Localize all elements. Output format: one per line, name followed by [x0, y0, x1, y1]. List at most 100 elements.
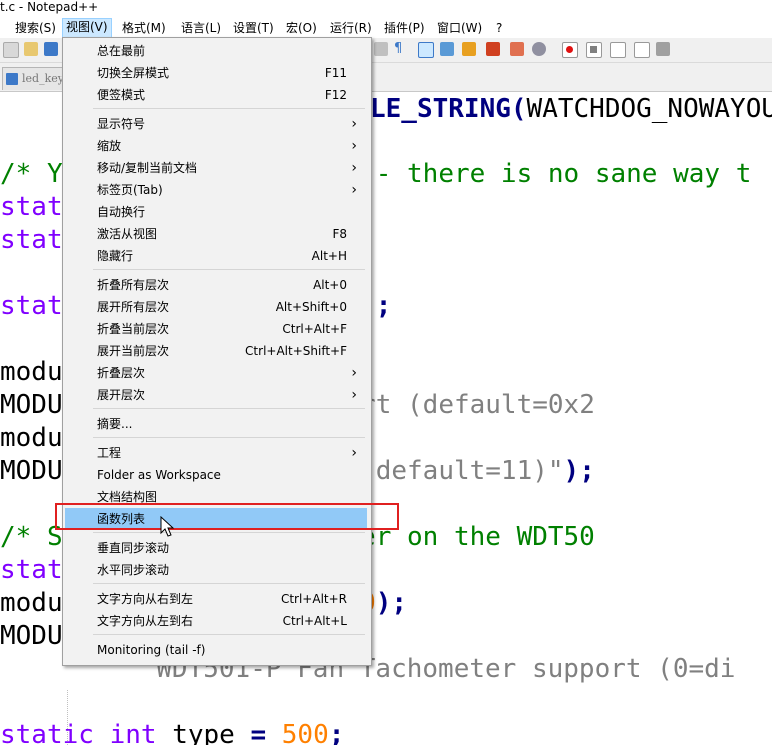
- function-list-icon[interactable]: [462, 42, 476, 56]
- menu-settings[interactable]: 设置(T): [230, 19, 277, 37]
- play-macro-icon[interactable]: [610, 42, 626, 58]
- view-menu-item[interactable]: 显示符号 ›: [65, 113, 367, 135]
- menu-item-label: 切换全屏模式: [97, 66, 170, 80]
- doc-map-icon[interactable]: [440, 42, 454, 56]
- view-menu-item[interactable]: 切换全屏模式 F11: [65, 62, 367, 84]
- view-menu-dropdown: 总在最前 切换全屏模式 F11 便签模式 F12 显示符号 › 缩放 › 移动/复制当前文档 › 标签…: [62, 37, 372, 666]
- menu-view[interactable]: 视图(V): [62, 18, 112, 38]
- view-menu-item[interactable]: 总在最前: [65, 40, 367, 62]
- indent-guide-icon[interactable]: [418, 42, 434, 58]
- show-symbol-icon[interactable]: ¶: [394, 42, 408, 56]
- view-menu-item[interactable]: 折叠所有层次 Alt+0: [65, 274, 367, 296]
- window-title: t.c - Notepad++: [0, 0, 99, 14]
- code-token: =: [250, 720, 282, 745]
- menu-format[interactable]: 格式(M): [119, 19, 169, 37]
- code-token: MODU: [0, 390, 63, 420]
- menu-help[interactable]: ?: [493, 19, 505, 37]
- view-menu-item[interactable]: Monitoring (tail -f): [65, 639, 367, 661]
- menu-item-shortcut: Ctrl+Alt+L: [282, 614, 347, 628]
- view-menu-item[interactable]: 垂直同步滚动: [65, 537, 367, 559]
- view-menu-item[interactable]: 展开所有层次 Alt+Shift+0: [65, 296, 367, 318]
- highlight-annotation-box: [55, 503, 399, 530]
- view-menu-item[interactable]: 展开层次 ›: [65, 384, 367, 406]
- menu-plugins[interactable]: 插件(P): [381, 19, 428, 37]
- menu-item-label: 缩放: [97, 139, 122, 153]
- submenu-arrow-icon: ›: [351, 116, 357, 132]
- menu-item-label: 折叠所有层次: [97, 278, 170, 292]
- menu-item-shortcut: Alt+0: [313, 278, 347, 292]
- view-menu-item[interactable]: 折叠当前层次 Ctrl+Alt+F: [65, 318, 367, 340]
- tab-led-key[interactable]: led_key: [2, 67, 64, 90]
- code-token: stat: [0, 225, 63, 255]
- menu-item-shortcut: F11: [324, 66, 347, 80]
- view-menu-item[interactable]: 文字方向从右到左 Ctrl+Alt+R: [65, 588, 367, 610]
- code-line: stat: [0, 224, 63, 256]
- title-bar: t.c - Notepad++: [0, 0, 772, 17]
- view-menu-item[interactable]: 展开当前层次 Ctrl+Alt+Shift+F: [65, 340, 367, 362]
- wrap-icon[interactable]: [374, 42, 388, 56]
- view-menu-item[interactable]: 隐藏行 Alt+H: [65, 245, 367, 267]
- menu-separator: [93, 532, 365, 533]
- menu-item-shortcut: Ctrl+Alt+R: [280, 592, 347, 606]
- view-menu-item[interactable]: 移动/复制当前文档 ›: [65, 157, 367, 179]
- save-macro-icon[interactable]: [656, 42, 670, 56]
- view-menu-item[interactable]: 缩放 ›: [65, 135, 367, 157]
- menu-item-label: 折叠当前层次: [97, 322, 170, 336]
- view-menu-item[interactable]: 文字方向从左到右 Ctrl+Alt+L: [65, 610, 367, 632]
- code-token: type: [172, 720, 251, 745]
- menu-window[interactable]: 窗口(W): [434, 19, 485, 37]
- run-macro-multiple-icon[interactable]: [634, 42, 650, 58]
- code-token: MODU: [0, 456, 63, 486]
- code-token: );: [375, 588, 408, 618]
- code-token: LE_STRING: [370, 94, 511, 124]
- menu-item-label: 文字方向从左到右: [97, 614, 194, 628]
- save-icon[interactable]: [44, 42, 58, 56]
- submenu-arrow-icon: ›: [351, 138, 357, 154]
- view-menu-item[interactable]: Folder as Workspace: [65, 464, 367, 486]
- view-menu-item[interactable]: 自动换行: [65, 201, 367, 223]
- menu-item-label: Folder as Workspace: [97, 468, 221, 482]
- record-macro-icon[interactable]: [562, 42, 578, 58]
- view-menu-item[interactable]: 激活从视图 F8: [65, 223, 367, 245]
- open-file-icon[interactable]: [24, 42, 38, 56]
- code-token: /* S: [0, 522, 63, 552]
- menu-item-label: 展开当前层次: [97, 344, 170, 358]
- folder-workspace-icon[interactable]: [486, 42, 500, 56]
- view-menu-item[interactable]: 摘要...: [65, 413, 367, 435]
- menu-search[interactable]: 搜索(S): [12, 19, 59, 37]
- code-token: stat: [0, 192, 63, 222]
- menu-item-label: 标签页(Tab): [97, 183, 163, 197]
- view-menu-item[interactable]: 折叠层次 ›: [65, 362, 367, 384]
- menu-item-shortcut: Alt+H: [311, 249, 347, 263]
- stop-macro-icon[interactable]: [586, 42, 602, 58]
- new-file-icon[interactable]: [3, 42, 19, 58]
- view-menu-item[interactable]: 工程 ›: [65, 442, 367, 464]
- menu-language[interactable]: 语言(L): [178, 19, 224, 37]
- menu-macro[interactable]: 宏(O): [283, 19, 320, 37]
- menu-run[interactable]: 运行(R): [327, 19, 375, 37]
- code-token: /* Y: [0, 159, 63, 189]
- submenu-arrow-icon: ›: [351, 365, 357, 381]
- view-menu-item[interactable]: 水平同步滚动: [65, 559, 367, 581]
- menu-item-label: 便签模式: [97, 88, 146, 102]
- menu-item-label: 展开层次: [97, 388, 146, 402]
- menu-separator: [93, 108, 365, 109]
- menu-separator: [93, 634, 365, 635]
- code-token: WATCHDOG_NOWAYOUT: [526, 94, 772, 124]
- view-menu-item[interactable]: 便签模式 F12: [65, 84, 367, 106]
- menu-item-label: 垂直同步滚动: [97, 541, 170, 555]
- menu-item-label: 工程: [97, 446, 122, 460]
- code-token: (: [510, 94, 527, 124]
- menu-item-shortcut: Ctrl+Alt+F: [282, 322, 347, 336]
- submenu-arrow-icon: ›: [351, 160, 357, 176]
- menu-separator: [93, 408, 365, 409]
- menu-item-label: 文字方向从右到左: [97, 592, 194, 606]
- code-line: LE_STRING(WATCHDOG_NOWAYOUT: [370, 93, 772, 125]
- monitoring-icon[interactable]: [532, 42, 546, 56]
- view-menu-item[interactable]: 标签页(Tab) ›: [65, 179, 367, 201]
- menu-item-label: Monitoring (tail -f): [97, 643, 206, 657]
- code-line: stat: [0, 191, 63, 223]
- project-icon[interactable]: [510, 42, 524, 56]
- submenu-arrow-icon: ›: [351, 445, 357, 461]
- code-line: static int type = 500;: [0, 719, 344, 745]
